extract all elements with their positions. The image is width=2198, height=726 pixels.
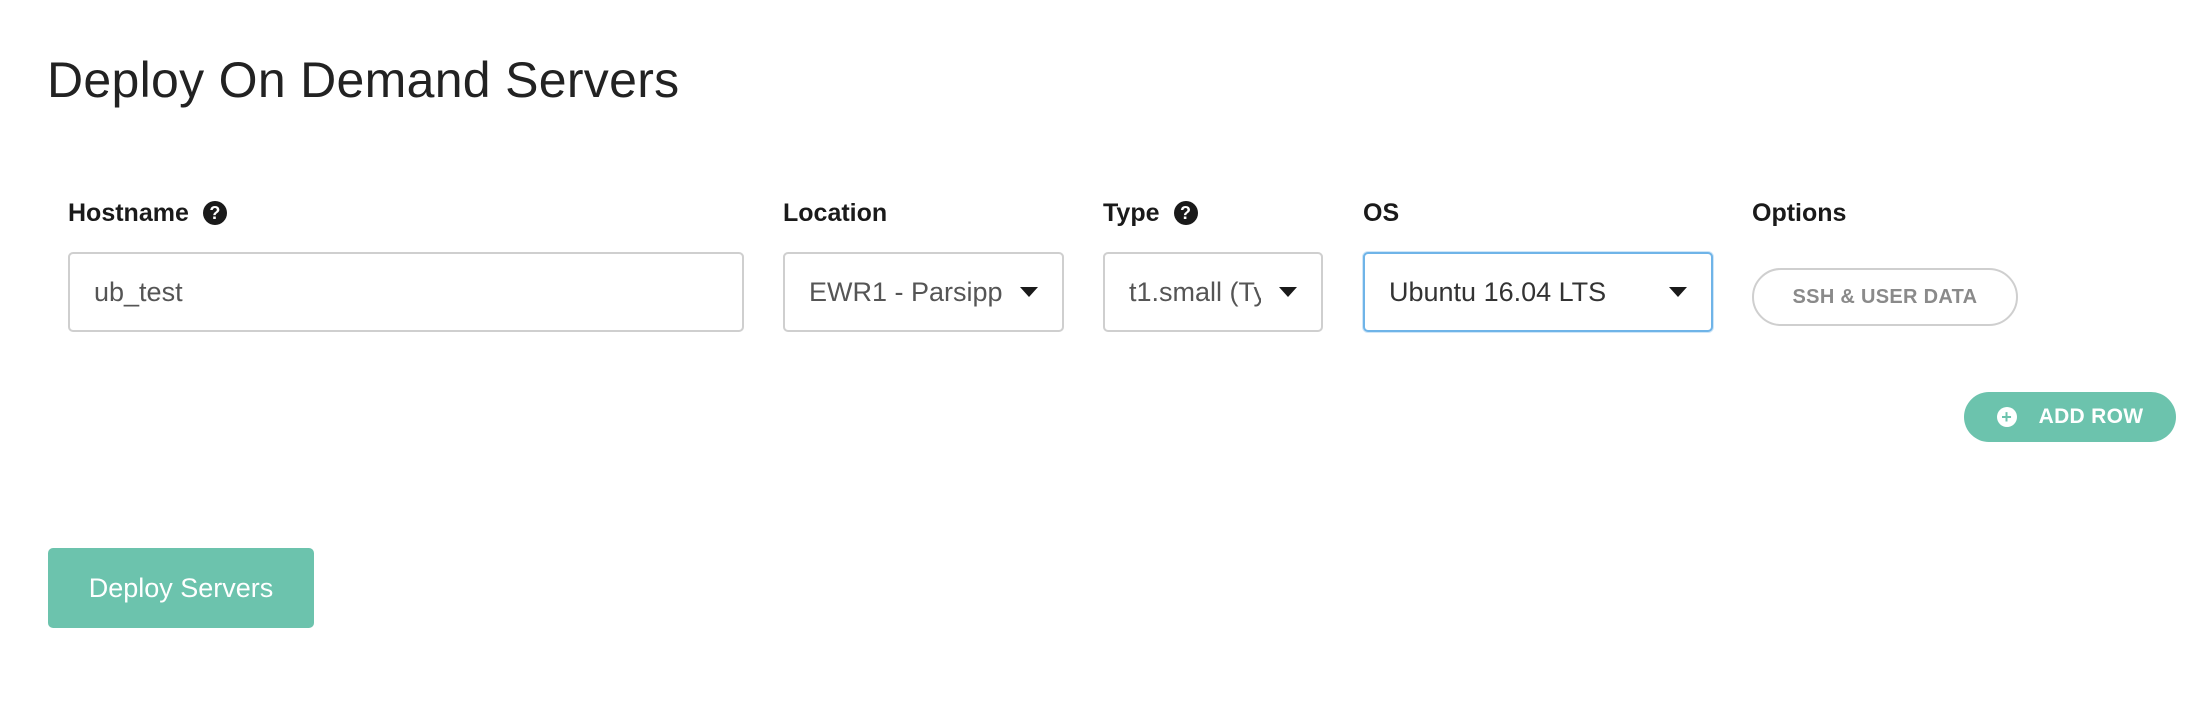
hostname-input[interactable] (94, 276, 718, 308)
type-selected-value: t1.small (Type 0) (1129, 276, 1261, 307)
hostname-label-text: Hostname (68, 199, 189, 227)
type-label: Type ? (1103, 196, 1198, 230)
os-label-text: OS (1363, 199, 1400, 227)
options-label-text: Options (1752, 199, 1847, 227)
location-select[interactable]: EWR1 - Parsippany (783, 252, 1064, 332)
plus-circle-icon: + (1996, 407, 2017, 427)
os-label: OS (1363, 196, 1399, 230)
caret-down-icon (1279, 287, 1297, 297)
hostname-help-icon[interactable]: ? (202, 201, 227, 225)
location-selected-value: EWR1 - Parsippany (809, 276, 1002, 307)
hostname-field[interactable] (68, 252, 744, 332)
location-label: Location (783, 196, 887, 230)
type-help-icon[interactable]: ? (1173, 201, 1198, 225)
deploy-servers-button[interactable]: Deploy Servers (48, 548, 314, 628)
type-label-text: Type (1103, 199, 1160, 227)
add-row-button[interactable]: + ADD ROW (1964, 392, 2176, 442)
hostname-label: Hostname ? (68, 196, 227, 230)
caret-down-icon (1669, 287, 1687, 297)
location-label-text: Location (783, 199, 888, 227)
type-select[interactable]: t1.small (Type 0) (1103, 252, 1323, 332)
ssh-user-data-button[interactable]: SSH & USER DATA (1752, 268, 2018, 326)
caret-down-icon (1020, 287, 1038, 297)
page-title: Deploy On Demand Servers (47, 52, 680, 108)
add-row-label: ADD ROW (2038, 405, 2144, 428)
os-selected-value: Ubuntu 16.04 LTS (1389, 276, 1607, 307)
options-label: Options (1752, 196, 1846, 230)
os-select[interactable]: Ubuntu 16.04 LTS (1363, 252, 1713, 332)
